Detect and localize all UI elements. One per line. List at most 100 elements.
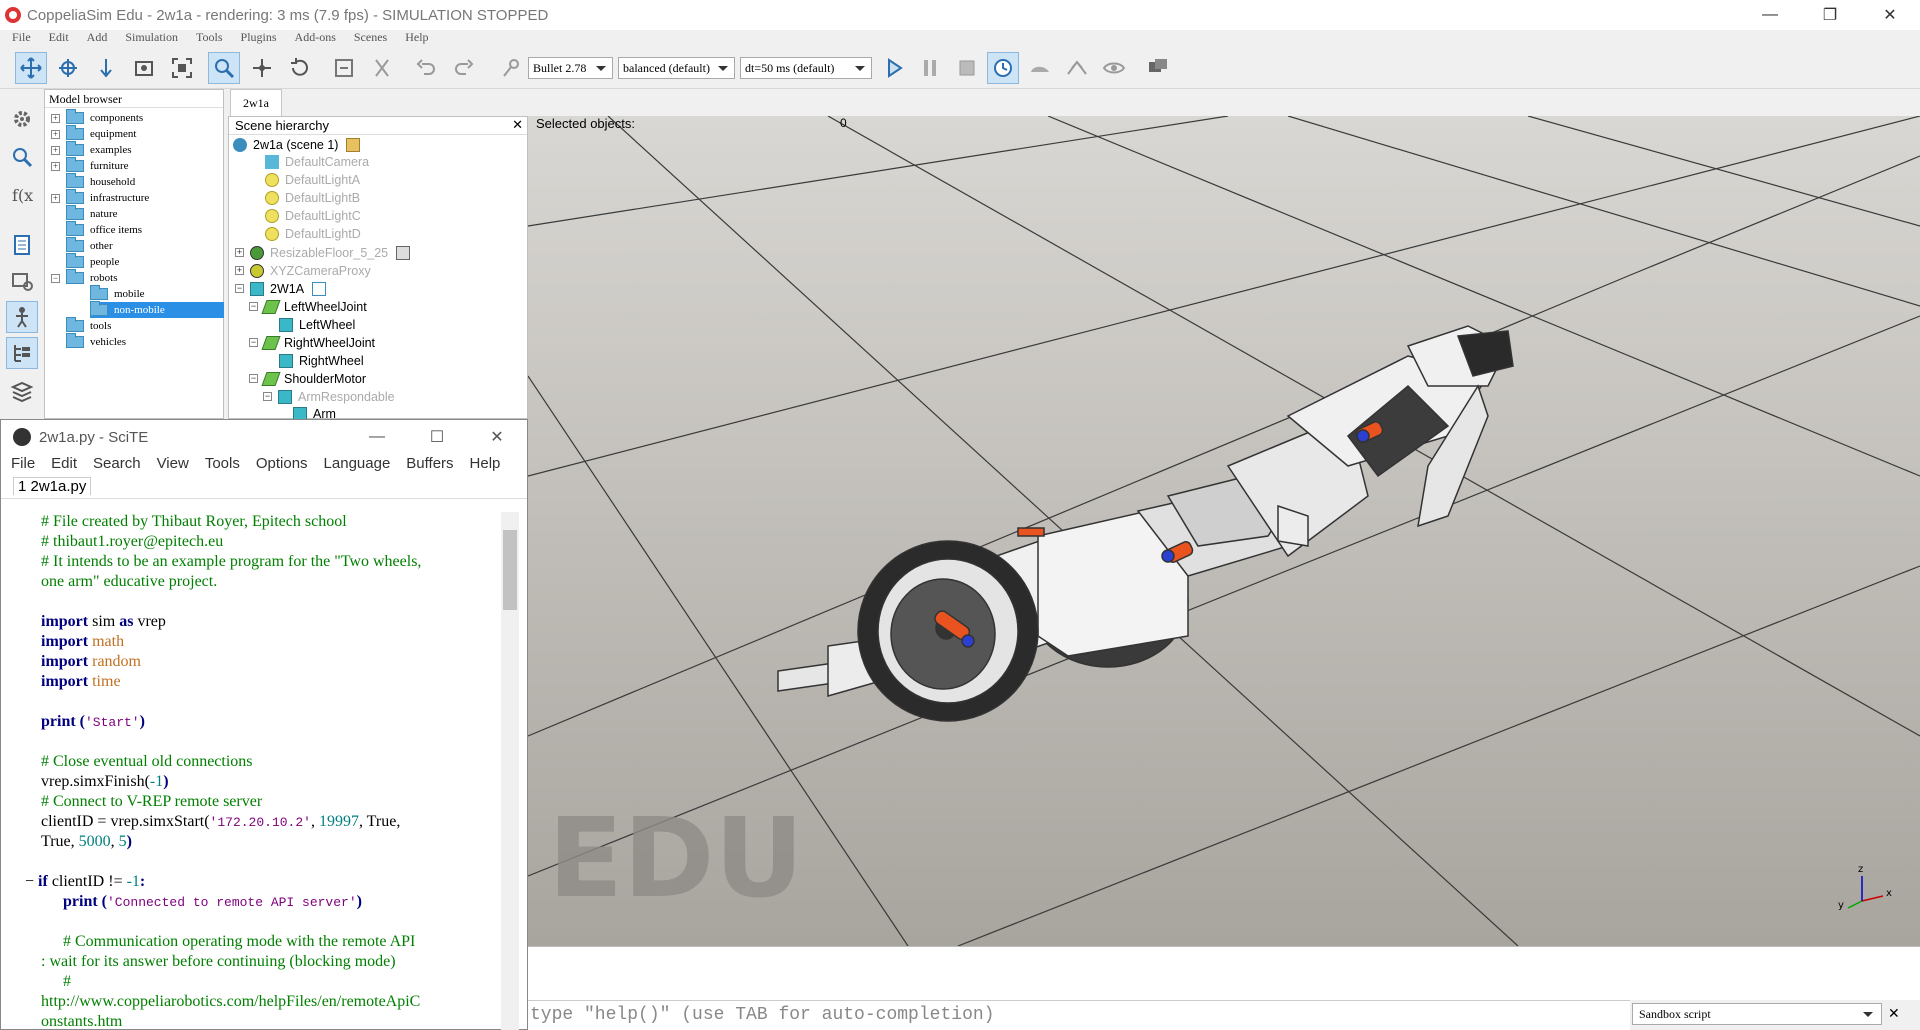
stop-simulation-icon[interactable] [951,52,983,84]
hierarchy-item[interactable]: LeftWheel [279,316,355,333]
model-folder-furniture[interactable]: + furniture [51,157,128,174]
menu-add[interactable]: Add [75,30,114,46]
code-editor[interactable]: # File created by Thibaut Royer, Epitech… [1,512,501,1030]
script-type-select[interactable]: Sandbox script [1632,1003,1882,1025]
scite-menu-view[interactable]: View [149,454,197,476]
simulation-timestep-select[interactable]: dt=50 ms (default) [740,57,872,79]
redo-icon[interactable] [448,52,480,84]
menu-edit[interactable]: Edit [37,30,75,46]
hierarchy-item[interactable]: DefaultLightD [265,225,361,242]
model-folder-other[interactable]: other [66,237,113,254]
camera-shift-icon[interactable] [90,52,122,84]
model-folder-nature[interactable]: nature [66,205,117,222]
scene-hierarchy-toggle-icon[interactable] [6,337,38,369]
model-folder-office-items[interactable]: office items [66,221,142,238]
slow-down-icon[interactable] [1024,52,1056,84]
script-list-icon[interactable] [6,229,38,261]
camera-rotate-icon[interactable] [52,52,84,84]
model-folder-non-mobile[interactable]: non-mobile [90,301,224,318]
speed-up-icon[interactable] [1061,52,1093,84]
console-close-icon[interactable]: ✕ [1888,1005,1900,1022]
pause-simulation-icon[interactable] [914,52,946,84]
hierarchy-item[interactable]: DefaultLightA [265,171,360,188]
shape-edit-icon[interactable] [6,265,38,297]
object-rotate-icon[interactable] [284,52,316,84]
dynamics-accuracy-select[interactable]: balanced (default) [618,57,735,79]
close-button[interactable]: ✕ [1860,0,1920,30]
real-time-mode-icon[interactable] [987,52,1019,84]
function-icon[interactable]: f(x) [6,179,38,211]
fit-to-view-icon[interactable] [166,52,198,84]
model-folder-people[interactable]: people [66,253,119,270]
object-shift-icon[interactable] [246,52,278,84]
hierarchy-item[interactable]: DefaultLightB [265,189,360,206]
dynamics-toggle-icon[interactable] [496,52,528,84]
lua-command-input[interactable]: type "help()" (use TAB for auto-completi… [528,1000,1630,1030]
scite-menu-file[interactable]: File [3,454,43,476]
camera-angle-icon[interactable] [128,52,160,84]
code-line: http://www.coppeliarobotics.com/helpFile… [41,993,421,1010]
code-scrollbar[interactable] [501,512,519,1030]
menu-addons[interactable]: Add-ons [283,30,342,46]
scite-menu-edit[interactable]: Edit [43,454,85,476]
model-browser-toggle-icon[interactable] [6,301,38,333]
camera-pan-icon[interactable] [15,52,47,84]
menu-tools[interactable]: Tools [184,30,229,46]
hierarchy-item[interactable]: 2w1a (scene 1) [233,136,366,153]
page-selector-icon[interactable] [1142,52,1174,84]
layers-icon[interactable] [6,375,38,407]
model-folder-components[interactable]: + components [51,109,143,126]
minimize-button[interactable]: — [1740,0,1800,30]
start-simulation-icon[interactable] [878,52,910,84]
scite-menu-language[interactable]: Language [316,454,399,476]
menu-file[interactable]: File [0,30,37,46]
scite-minimize-button[interactable]: — [347,420,407,454]
folder-icon [90,301,108,316]
physics-engine-select[interactable]: Bullet 2.78 [528,57,613,79]
hierarchy-item[interactable]: − ShoulderMotor [249,370,366,387]
scrollbar-thumb[interactable] [503,530,517,610]
3d-viewport[interactable]: EDU x y z [528,116,1920,946]
hierarchy-item[interactable]: −2W1A [235,280,332,297]
hierarchy-item[interactable]: DefaultCamera [265,153,369,170]
model-folder-tools[interactable]: tools [66,317,111,334]
menu-simulation[interactable]: Simulation [113,30,184,46]
model-folder-infrastructure[interactable]: + infrastructure [51,189,149,206]
model-folder-equipment[interactable]: + equipment [51,125,136,142]
settings-gear-icon[interactable] [6,103,38,135]
axis-z-label: z [1858,864,1863,875]
undo-icon[interactable] [410,52,442,84]
hierarchy-item[interactable]: − LeftWheelJoint [249,298,367,315]
scite-menu-search[interactable]: Search [85,454,149,476]
hierarchy-item[interactable]: DefaultLightC [265,207,361,224]
hierarchy-item[interactable]: − ArmRespondable [263,388,395,405]
scite-menu-buffers[interactable]: Buffers [398,454,461,476]
model-folder-vehicles[interactable]: vehicles [66,333,126,350]
close-icon[interactable]: ✕ [512,117,523,133]
click-select-icon[interactable] [208,52,240,84]
model-browser-panel: Model browser + components + equipment + ex… [44,89,224,419]
hierarchy-item[interactable]: + XYZCameraProxy [235,262,371,279]
scite-close-button[interactable]: ✕ [467,420,527,454]
model-folder-household[interactable]: household [66,173,135,190]
restore-button[interactable]: ❐ [1800,0,1860,30]
scite-menu-options[interactable]: Options [248,454,316,476]
scite-menu-tools[interactable]: Tools [197,454,248,476]
scene-tab-2w1a[interactable]: 2w1a [230,89,282,116]
model-folder-robots[interactable]: − robots [51,269,118,286]
menu-plugins[interactable]: Plugins [229,30,283,46]
visualization-toggle-icon[interactable] [1098,52,1130,84]
menu-scenes[interactable]: Scenes [342,30,393,46]
model-folder-mobile[interactable]: mobile [90,285,145,302]
search-icon[interactable] [6,141,38,173]
assemble-icon[interactable] [328,52,360,84]
transfer-dna-icon[interactable] [366,52,398,84]
menu-help[interactable]: Help [393,30,434,46]
scite-file-tab[interactable]: 1 2w1a.py [13,477,92,495]
model-folder-examples[interactable]: + examples [51,141,132,158]
hierarchy-item[interactable]: RightWheel [279,352,364,369]
scite-maximize-button[interactable]: ☐ [407,420,467,454]
scite-menu-help[interactable]: Help [462,454,509,476]
hierarchy-item[interactable]: − RightWheelJoint [249,334,375,351]
hierarchy-item[interactable]: + ResizableFloor_5_25 [235,244,416,261]
